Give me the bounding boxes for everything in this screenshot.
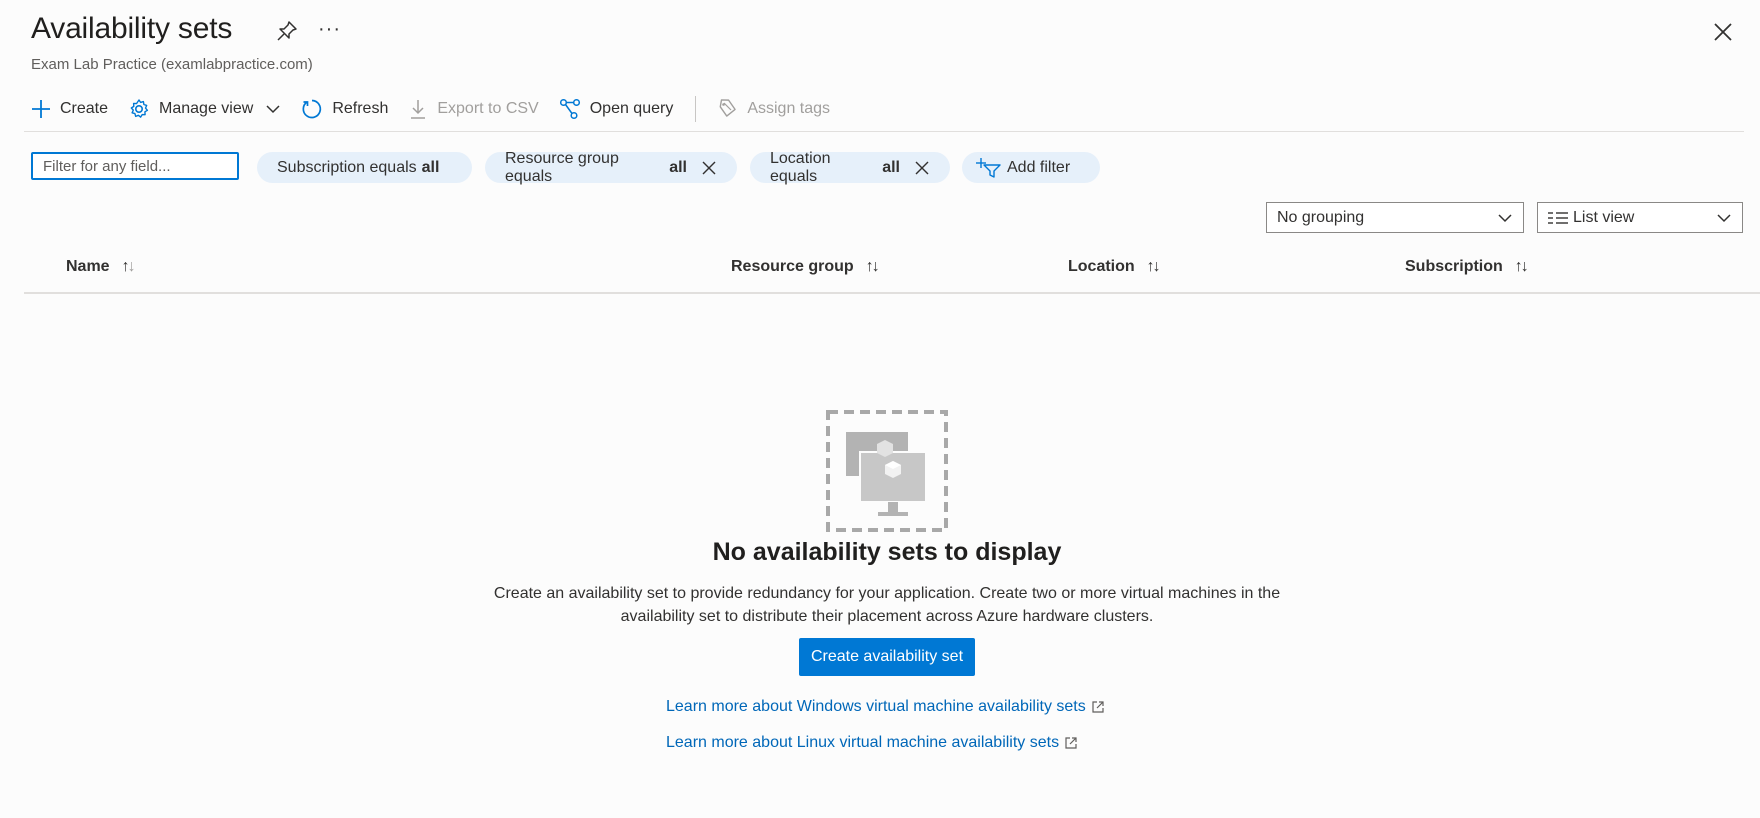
- sort-icon: ↑↓: [1146, 258, 1161, 275]
- empty-state-title: No availability sets to display: [712, 538, 1062, 566]
- page-subtitle: Exam Lab Practice (examlabpractice.com): [31, 56, 313, 73]
- learn-more-windows-label: Learn more about Windows virtual machine…: [666, 698, 1086, 715]
- add-filter-icon: [976, 157, 1001, 178]
- view-layout-select[interactable]: List view: [1537, 202, 1743, 233]
- page-title: Availability sets: [31, 12, 233, 45]
- refresh-button[interactable]: Refresh: [301, 92, 388, 126]
- download-icon: [411, 100, 426, 119]
- learn-more-linux-link[interactable]: Learn more about Linux virtual machine a…: [666, 734, 1078, 752]
- resource-group-filter-value: all: [669, 158, 687, 176]
- grouping-value: No grouping: [1277, 208, 1365, 226]
- open-query-label: Open query: [589, 100, 674, 117]
- create-availability-set-button[interactable]: Create availability set: [799, 638, 975, 676]
- column-header-name-label: Name: [66, 258, 110, 275]
- chevron-down-icon: [266, 105, 280, 114]
- table-header-divider: [24, 292, 1760, 294]
- empty-state-description-line1: Create an availability set to provide re…: [493, 585, 1281, 602]
- tag-icon: [719, 99, 737, 117]
- filter-search-input[interactable]: Filter for any field...: [31, 152, 239, 180]
- view-layout-display: List view: [1548, 209, 1634, 227]
- column-header-location[interactable]: Location ↑↓: [1068, 258, 1161, 276]
- grouping-select[interactable]: No grouping: [1266, 202, 1524, 233]
- view-layout-value: List view: [1573, 208, 1635, 226]
- external-link-icon: [1092, 701, 1104, 713]
- command-bar: Create Manage view Refresh Export to CSV: [31, 92, 850, 126]
- pin-icon[interactable]: [276, 20, 298, 42]
- add-filter-label: Add filter: [1007, 158, 1071, 176]
- sort-icon: ↑↓: [865, 258, 880, 275]
- more-icon[interactable]: ···: [318, 18, 341, 41]
- list-icon: [1548, 211, 1568, 224]
- assign-tags-button[interactable]: Assign tags: [716, 92, 830, 126]
- plus-icon: [32, 100, 50, 118]
- query-icon: [559, 98, 580, 120]
- toolbar-divider: [695, 96, 697, 122]
- toolbar-divider-line: [24, 131, 1744, 132]
- resource-group-filter-pill[interactable]: Resource group equals all: [485, 149, 737, 185]
- create-button[interactable]: Create: [31, 92, 108, 126]
- manage-view-button[interactable]: Manage view: [128, 92, 281, 126]
- dismiss-icon[interactable]: [701, 160, 717, 176]
- subscription-filter-value: all: [421, 158, 440, 176]
- sort-icon: ↑↓: [121, 258, 136, 275]
- refresh-icon: [302, 99, 322, 119]
- empty-state-description: Create an availability set to provide re…: [440, 582, 1334, 628]
- chevron-down-icon: [1717, 213, 1731, 222]
- manage-view-label: Manage view: [159, 100, 254, 117]
- close-icon[interactable]: [1711, 20, 1735, 44]
- column-header-subscription-label: Subscription: [1405, 258, 1503, 275]
- availability-set-illustration: [826, 410, 948, 532]
- filter-placeholder: Filter for any field...: [43, 157, 171, 175]
- column-header-resource-group-label: Resource group: [731, 258, 854, 275]
- column-header-resource-group[interactable]: Resource group ↑↓: [731, 258, 880, 276]
- assign-tags-label: Assign tags: [747, 100, 831, 117]
- subscription-filter-label: Subscription equals: [277, 158, 417, 176]
- column-header-location-label: Location: [1068, 258, 1135, 275]
- column-header-subscription[interactable]: Subscription ↑↓: [1405, 258, 1529, 276]
- empty-state-description-line2: availability set to distribute their pla…: [620, 608, 1154, 625]
- column-header-name[interactable]: Name ↑↓: [66, 258, 136, 276]
- export-csv-button[interactable]: Export to CSV: [408, 92, 539, 126]
- sort-icon: ↑↓: [1514, 258, 1529, 275]
- learn-more-windows-link[interactable]: Learn more about Windows virtual machine…: [666, 698, 1105, 716]
- refresh-label: Refresh: [332, 100, 389, 117]
- create-label: Create: [60, 100, 109, 117]
- export-csv-label: Export to CSV: [437, 100, 539, 117]
- resource-group-filter-label: Resource group equals: [505, 149, 619, 185]
- gear-icon: [130, 99, 149, 118]
- location-filter-label: Location equals: [770, 149, 831, 185]
- chevron-down-icon: [1498, 213, 1512, 222]
- open-query-button[interactable]: Open query: [559, 92, 674, 126]
- location-filter-value: all: [882, 158, 900, 176]
- location-filter-pill[interactable]: Location equals all: [750, 149, 950, 185]
- dismiss-icon[interactable]: [914, 160, 930, 176]
- external-link-icon: [1065, 737, 1077, 749]
- learn-more-linux-label: Learn more about Linux virtual machine a…: [666, 734, 1060, 751]
- add-filter-button[interactable]: Add filter: [962, 152, 1100, 183]
- subscription-filter-pill[interactable]: Subscription equals all: [257, 152, 472, 183]
